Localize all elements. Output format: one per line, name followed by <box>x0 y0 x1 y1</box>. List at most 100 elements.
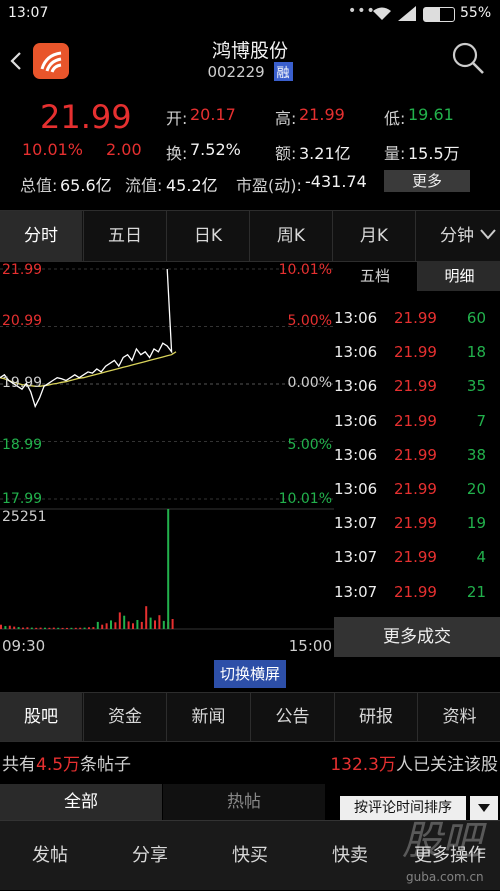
volume-label: 量: <box>384 144 406 163</box>
volume-bar <box>66 627 68 629</box>
volume-bar <box>74 627 77 629</box>
more-trades-button[interactable]: 更多成交 <box>334 617 500 657</box>
tab-daily-k[interactable]: 日K <box>166 211 249 261</box>
tab-research[interactable]: 研报 <box>334 693 417 741</box>
sort-dropdown-icon[interactable] <box>470 796 498 820</box>
y-pct-lower: 5.00% <box>287 437 332 453</box>
tab-intraday[interactable]: 分时 <box>0 211 82 261</box>
volume-bar <box>167 509 170 629</box>
share-button[interactable]: 分享 <box>100 821 200 891</box>
followers-count: 132.3万 <box>330 755 396 775</box>
detail-time: 13:06 <box>334 343 378 362</box>
y-pct-zero: 0.00% <box>287 375 332 391</box>
volume-bar <box>79 627 82 629</box>
detail-volume: 4 <box>476 548 486 567</box>
detail-volume: 18 <box>466 343 486 362</box>
volume-bar <box>57 627 60 629</box>
tab-funds[interactable]: 资金 <box>83 693 166 741</box>
filter-hot[interactable]: 热帖 <box>163 784 325 820</box>
detail-volume: 21 <box>466 582 486 601</box>
filter-all[interactable]: 全部 <box>0 784 162 820</box>
detail-row: 13:06 21.99 20 <box>334 472 500 506</box>
quick-buy-button[interactable]: 快买 <box>200 821 300 891</box>
detail-row: 13:06 21.99 35 <box>334 369 500 403</box>
more-quote-button[interactable]: 更多 <box>384 170 470 192</box>
y-label-high: 21.99 <box>2 262 43 278</box>
section-tabs: 股吧 资金 新闻 公告 研报 资料 <box>0 692 500 742</box>
volume-bar <box>70 627 73 629</box>
tab-profile[interactable]: 资料 <box>417 693 500 741</box>
tab-announcements[interactable]: 公告 <box>250 693 334 741</box>
bottom-action-bar: 发帖 分享 快买 快卖 更多操作 <box>0 820 500 890</box>
battery-icon <box>423 7 455 22</box>
y-label-lower: 18.99 <box>2 437 43 453</box>
tab-minute-label: 分钟 <box>440 226 474 246</box>
open-label: 开: <box>166 109 188 128</box>
app-logo <box>33 43 69 79</box>
intraday-chart[interactable]: 21.99 20.99 19.99 18.99 17.99 10.01% 5.0… <box>0 261 334 657</box>
post-button[interactable]: 发帖 <box>0 821 100 891</box>
change-percent: 10.01% <box>22 140 84 159</box>
stock-code-row: 002229 融 <box>0 62 500 81</box>
detail-price: 21.99 <box>394 445 437 464</box>
mktcap-value: 65.6亿 <box>60 176 112 195</box>
quick-sell-button[interactable]: 快卖 <box>300 821 400 891</box>
tab-details[interactable]: 明细 <box>417 261 500 291</box>
volume-bar <box>83 627 86 629</box>
amount-label: 额: <box>275 144 297 163</box>
volume-bar <box>171 619 174 629</box>
volume-bar <box>44 627 46 629</box>
followers-suffix: 人已关注该股 <box>396 755 498 775</box>
mktcap-label: 总值: <box>20 176 58 195</box>
volume-bar <box>88 627 90 629</box>
switch-landscape-button[interactable]: 切换横屏 <box>214 660 286 688</box>
volume-bar <box>96 621 99 629</box>
margin-badge: 融 <box>273 62 293 81</box>
posts-suffix: 条帖子 <box>80 755 132 775</box>
detail-time: 13:06 <box>334 411 378 430</box>
volume-bar <box>132 623 134 629</box>
chart-canvas <box>0 268 334 630</box>
tab-weekly-k[interactable]: 周K <box>249 211 332 261</box>
tab-five-levels[interactable]: 五档 <box>334 261 416 291</box>
tab-minute[interactable]: 分钟 <box>415 211 500 261</box>
volume-bar <box>17 627 20 629</box>
volume-bar <box>149 617 152 629</box>
volume-bar <box>154 620 156 629</box>
volume-value: 15.5万 <box>408 144 460 163</box>
pe-value: -431.74 <box>305 172 367 191</box>
high-label: 高: <box>275 109 297 128</box>
turnover-value: 7.52% <box>190 140 241 159</box>
more-actions-button[interactable]: 更多操作 <box>400 821 500 891</box>
y-pct-upper: 5.00% <box>287 313 332 329</box>
detail-time: 13:07 <box>334 582 378 601</box>
time-start-label: 09:30 <box>2 637 46 655</box>
detail-row: 13:06 21.99 18 <box>334 335 500 369</box>
detail-row: 13:07 21.99 21 <box>334 575 500 609</box>
tick-details-panel: 五档 明细 13:06 21.99 60 13:06 21.99 18 13:06 21.99… <box>334 261 500 657</box>
volume-bar <box>101 624 104 629</box>
detail-volume: 7 <box>476 411 486 430</box>
volume-bar <box>52 627 55 629</box>
time-end-label: 15:00 <box>288 637 332 655</box>
status-bar: 13:07 ••• 55% <box>0 0 500 28</box>
float-value: 45.2亿 <box>166 176 218 195</box>
detail-price: 21.99 <box>394 548 437 567</box>
volume-bar <box>127 621 130 629</box>
volume-bar <box>105 623 108 629</box>
tab-forum[interactable]: 股吧 <box>0 693 82 741</box>
tab-news[interactable]: 新闻 <box>166 693 250 741</box>
volume-bar <box>140 621 143 629</box>
detail-row: 13:07 21.99 19 <box>334 506 500 540</box>
tab-five-day[interactable]: 五日 <box>83 211 166 261</box>
turnover-label: 换: <box>166 144 188 163</box>
detail-row: 13:06 21.99 7 <box>334 404 500 438</box>
volume-bar <box>123 615 126 629</box>
detail-volume: 38 <box>466 445 486 464</box>
volume-bar <box>145 606 148 629</box>
search-icon[interactable] <box>450 40 486 76</box>
volume-bar <box>61 627 64 629</box>
detail-row: 13:07 21.99 4 <box>334 540 500 574</box>
sort-select[interactable]: 按评论时间排序 <box>340 796 466 820</box>
tab-monthly-k[interactable]: 月K <box>332 211 415 261</box>
